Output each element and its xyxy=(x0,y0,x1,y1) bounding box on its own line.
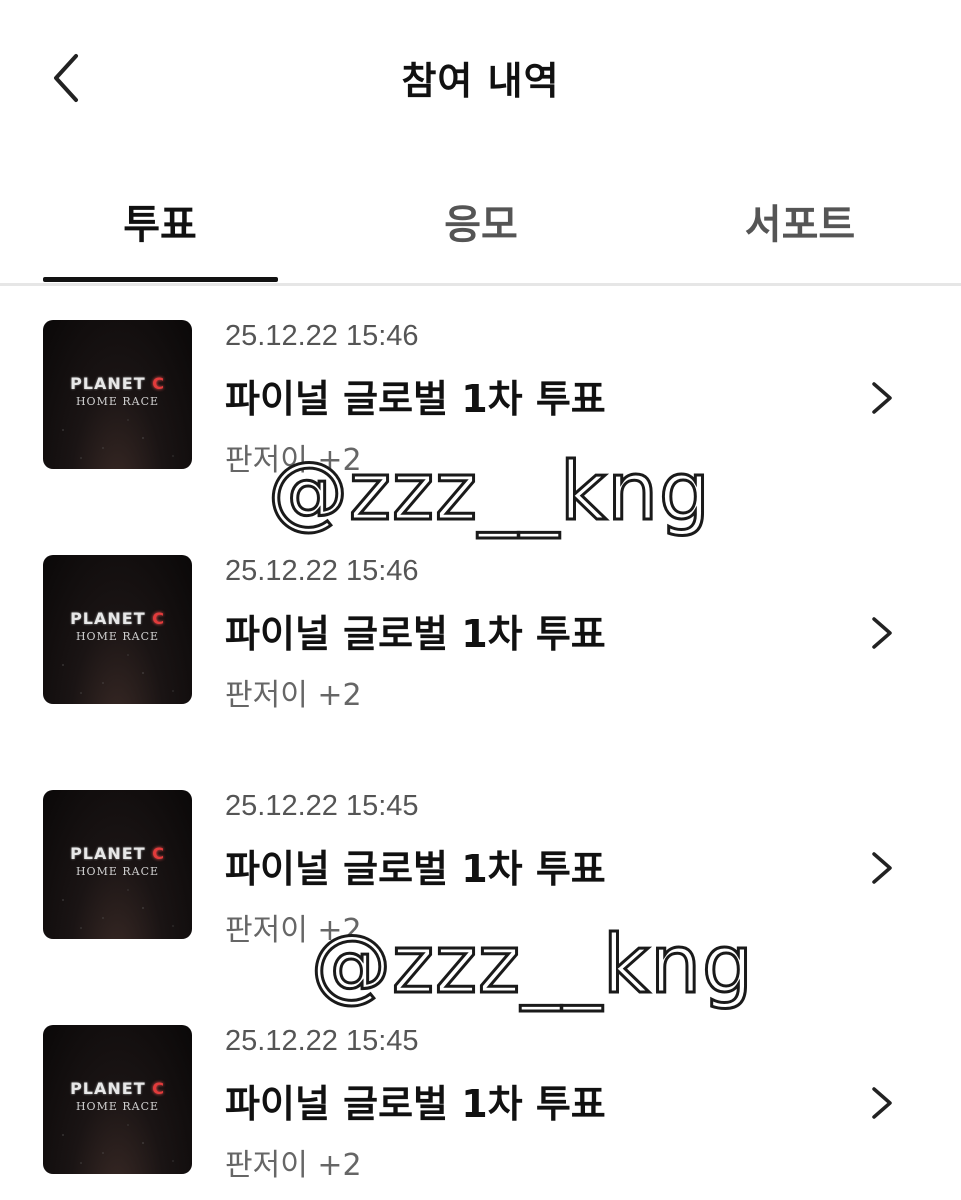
item-subtitle: 판저이 +2 xyxy=(225,1148,362,1183)
chevron-right-icon xyxy=(866,1083,896,1123)
chevron-right-icon xyxy=(866,848,896,888)
item-subtitle: 판저이 +2 xyxy=(225,913,362,948)
item-subtitle: 판저이 +2 xyxy=(225,443,362,478)
tab-support[interactable]: 서포트 xyxy=(660,192,940,250)
thumbnail-logo-text: PLANET C xyxy=(70,609,165,628)
item-date: 25.12.22 15:45 xyxy=(225,1025,419,1057)
list-item[interactable]: PLANET C HOME RACE 25.12.22 15:45 파이널 글로… xyxy=(0,760,961,948)
thumbnail: PLANET C HOME RACE xyxy=(43,790,192,939)
list-item[interactable]: PLANET C HOME RACE 25.12.22 15:46 파이널 글로… xyxy=(0,525,961,713)
thumbnail-logo-text: PLANET C xyxy=(70,374,165,393)
item-date: 25.12.22 15:45 xyxy=(225,790,419,822)
thumbnail-logo-subtext: HOME RACE xyxy=(75,630,160,643)
thumbnail: PLANET C HOME RACE xyxy=(43,320,192,469)
chevron-right-icon xyxy=(866,378,896,418)
tabs-divider xyxy=(0,283,961,286)
tab-entry[interactable]: 응모 xyxy=(341,192,621,250)
item-date: 25.12.22 15:46 xyxy=(225,320,419,352)
thumbnail-logo-subtext: HOME RACE xyxy=(75,1100,160,1113)
active-tab-indicator xyxy=(43,277,278,282)
list-item[interactable]: PLANET C HOME RACE 25.12.22 15:46 파이널 글로… xyxy=(0,290,961,478)
thumbnail-logo-subtext: HOME RACE xyxy=(75,865,160,878)
thumbnail-logo-text: PLANET C xyxy=(70,1079,165,1098)
thumbnail: PLANET C HOME RACE xyxy=(43,1025,192,1174)
page-title: 참여 내역 xyxy=(401,59,560,103)
item-date: 25.12.22 15:46 xyxy=(225,555,419,587)
thumbnail: PLANET C HOME RACE xyxy=(43,555,192,704)
list-item[interactable]: PLANET C HOME RACE 25.12.22 15:45 파이널 글로… xyxy=(0,995,961,1183)
item-subtitle: 판저이 +2 xyxy=(225,678,362,713)
item-title: 파이널 글로벌 1차 투표 xyxy=(225,612,606,656)
tab-bar: 투표 응모 서포트 xyxy=(0,180,961,286)
thumbnail-logo-subtext: HOME RACE xyxy=(75,395,160,408)
header: 참여 내역 xyxy=(0,0,961,150)
item-title: 파이널 글로벌 1차 투표 xyxy=(225,847,606,891)
thumbnail-logo-text: PLANET C xyxy=(70,844,165,863)
item-title: 파이널 글로벌 1차 투표 xyxy=(225,1082,606,1126)
chevron-right-icon xyxy=(866,613,896,653)
item-title: 파이널 글로벌 1차 투표 xyxy=(225,377,606,421)
tab-vote[interactable]: 투표 xyxy=(20,192,300,250)
